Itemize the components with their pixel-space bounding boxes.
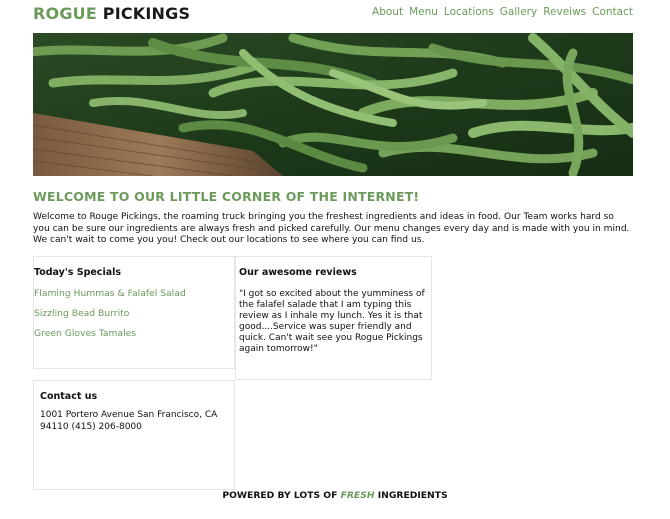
special-item-2[interactable]: Sizzling Bead Burrito xyxy=(34,308,129,319)
footer-fresh: FRESH xyxy=(340,490,375,501)
contact-heading: Contact us xyxy=(40,391,98,402)
specials-card: Today's Specials Flaming Hummas & Falafe… xyxy=(33,256,235,369)
nav-link-gallery[interactable]: Gallery xyxy=(500,6,537,18)
logo-word-pickings: PICKINGS xyxy=(102,4,191,23)
specials-heading: Today's Specials xyxy=(34,267,122,278)
reviews-card: Our awesome reviews "I got so excited ab… xyxy=(235,256,432,380)
main-nav: About Menu Locations Gallery Reveiws Contact xyxy=(366,6,633,18)
site-header: ROGUE PICKINGS About Menu Locations Gallery… xyxy=(33,4,633,26)
nav-link-about[interactable]: About xyxy=(372,6,403,18)
reviews-heading: Our awesome reviews xyxy=(239,267,357,278)
footer-prefix: POWERED BY LOTS OF xyxy=(222,490,338,501)
footer-suffix: INGREDIENTS xyxy=(377,490,448,501)
welcome-heading: WELCOME TO OUR LITTLE CORNER OF THE INTE… xyxy=(33,189,420,204)
special-item-3[interactable]: Green Gloves Tamales xyxy=(34,328,136,339)
nav-link-locations[interactable]: Locations xyxy=(444,6,494,18)
site-logo[interactable]: ROGUE PICKINGS xyxy=(33,4,190,23)
hero-image-green-beans xyxy=(33,33,633,176)
special-item-1[interactable]: Flaming Hummas & Falafel Salad xyxy=(34,288,186,299)
contact-card: Contact us 1001 Portero Avenue San Franc… xyxy=(33,380,235,490)
nav-link-contact[interactable]: Contact xyxy=(592,6,633,18)
logo-word-rogue: ROGUE xyxy=(33,4,97,23)
nav-link-menu[interactable]: Menu xyxy=(409,6,438,18)
site-footer: POWERED BY LOTS OF FRESH INGREDIENTS xyxy=(0,490,670,501)
welcome-paragraph: Welcome to Rouge Pickings, the roaming t… xyxy=(33,212,630,245)
review-quote: "I got so excited about the yumminess of… xyxy=(239,289,425,354)
green-beans-illustration xyxy=(33,33,633,176)
nav-link-reviews[interactable]: Reveiws xyxy=(543,6,586,18)
contact-details: 1001 Portero Avenue San Francisco, CA 94… xyxy=(40,410,218,432)
